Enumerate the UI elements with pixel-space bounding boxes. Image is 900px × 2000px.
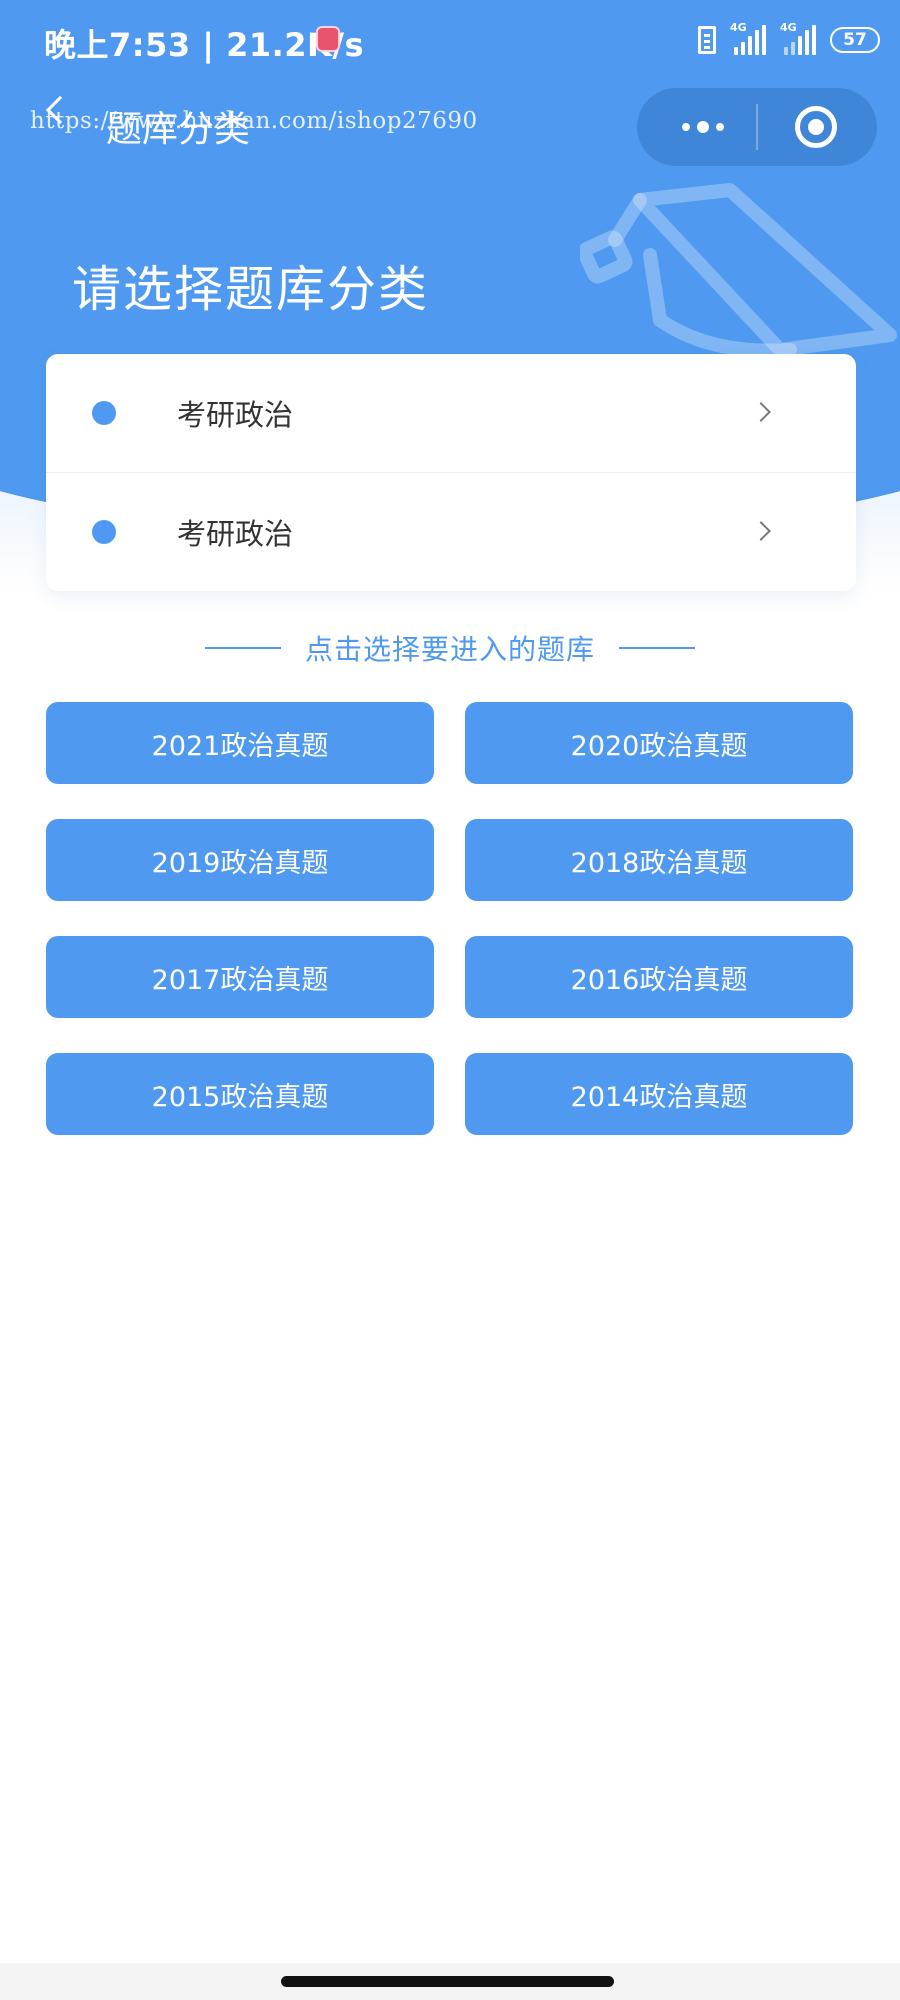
bank-button-2021[interactable]: 2021政治真题 — [46, 702, 434, 784]
signal-strength-icon-2: 4G — [780, 21, 816, 55]
bank-button-2016[interactable]: 2016政治真题 — [465, 936, 853, 1018]
section-line-right — [619, 647, 695, 649]
category-item[interactable]: 考研政治 — [46, 354, 856, 472]
status-icons: 4G 4G 57 — [698, 21, 880, 58]
category-item[interactable]: 考研政治 — [46, 472, 856, 590]
more-menu-icon[interactable] — [673, 115, 733, 139]
bank-button-2014[interactable]: 2014政治真题 — [465, 1053, 853, 1135]
status-bar: 晚上7:53 | 21.2K/s 4G 4G 57 — [0, 0, 900, 80]
section-title: 点击选择要进入的题库 — [304, 633, 595, 666]
sim-card-icon — [698, 26, 716, 54]
hero-heading: 请选择题库分类 — [72, 261, 430, 318]
question-bank-grid: 2021政治真题 2020政治真题 2019政治真题 2018政治真题 2017… — [46, 702, 853, 1135]
close-target-icon[interactable] — [795, 106, 837, 148]
home-indicator[interactable] — [281, 1976, 614, 1987]
bank-button-2020[interactable]: 2020政治真题 — [465, 702, 853, 784]
graduation-cap-icon — [580, 183, 897, 358]
watermark-text: https://www.huzhan.com/ishop27690 — [30, 108, 478, 134]
network-type-label: 4G — [730, 21, 747, 34]
bank-button-2018[interactable]: 2018政治真题 — [465, 819, 853, 901]
bank-button-2019[interactable]: 2019政治真题 — [46, 819, 434, 901]
signal-strength-icon: 4G — [730, 21, 766, 55]
notification-app-icon — [316, 26, 340, 52]
category-label: 考研政治 — [177, 517, 294, 551]
chevron-right-icon — [751, 521, 771, 541]
category-card: 考研政治 考研政治 — [46, 354, 856, 591]
capsule-divider — [756, 104, 758, 150]
bullet-dot-icon — [92, 520, 116, 544]
section-header: 点击选择要进入的题库 — [0, 626, 900, 670]
network-type-label-2: 4G — [780, 21, 797, 34]
mini-program-capsule — [637, 88, 877, 166]
category-label: 考研政治 — [177, 398, 294, 432]
battery-icon: 57 — [830, 27, 880, 53]
bank-button-2017[interactable]: 2017政治真题 — [46, 936, 434, 1018]
bullet-dot-icon — [92, 401, 116, 425]
page: 晚上7:53 | 21.2K/s 4G 4G 57 题库分类 https://w… — [0, 0, 900, 2000]
chevron-right-icon — [751, 402, 771, 422]
section-line-left — [204, 647, 281, 649]
bank-button-2015[interactable]: 2015政治真题 — [46, 1053, 434, 1135]
